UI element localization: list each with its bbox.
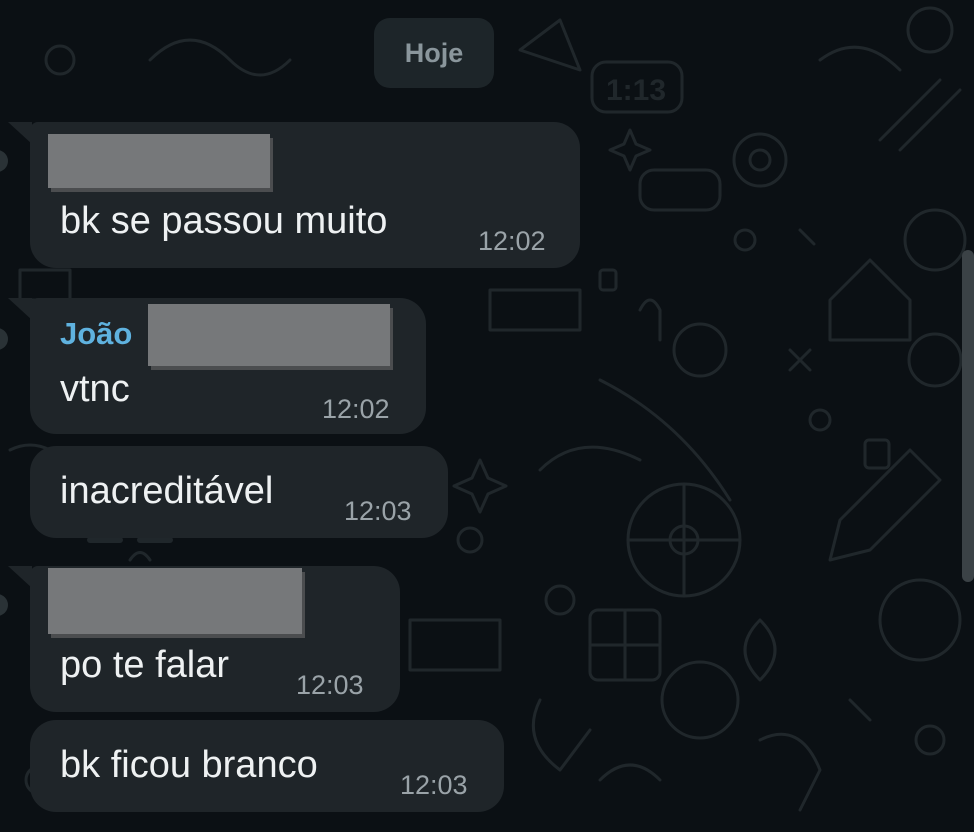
message-time: 12:03 [296,670,364,700]
redacted-sender-name [48,568,302,634]
message-text: bk se passou muito [60,200,388,242]
message-bubble[interactable]: po te falar 12:03 [8,566,400,712]
message-time: 12:02 [322,394,390,424]
message-time: 12:03 [400,770,468,800]
message-bubble[interactable]: inacreditável 12:03 [30,446,448,538]
scrollbar[interactable] [962,250,974,582]
message-text: po te falar [60,644,229,686]
message-time: 12:02 [478,226,546,256]
message-text: inacreditável [60,470,274,512]
bubble-tail [8,566,32,588]
message-bubble[interactable]: bk ficou branco 12:03 [30,720,504,812]
date-divider: Hoje [374,18,494,88]
message-text: vtnc [60,368,130,410]
message-text: bk ficou branco [60,744,318,786]
redacted-sender-name [48,134,270,188]
message-bubble[interactable]: João vtnc 12:02 [8,298,426,434]
bubble-tail [8,122,32,144]
sender-name[interactable]: João [60,316,132,352]
date-label: Hoje [404,37,464,68]
redacted-sender-name [148,304,390,366]
message-time: 12:03 [344,496,412,526]
message-bubble[interactable]: bk se passou muito 12:02 [8,122,580,268]
bubble-tail [8,298,32,320]
svg-text:1:13: 1:13 [606,74,666,107]
